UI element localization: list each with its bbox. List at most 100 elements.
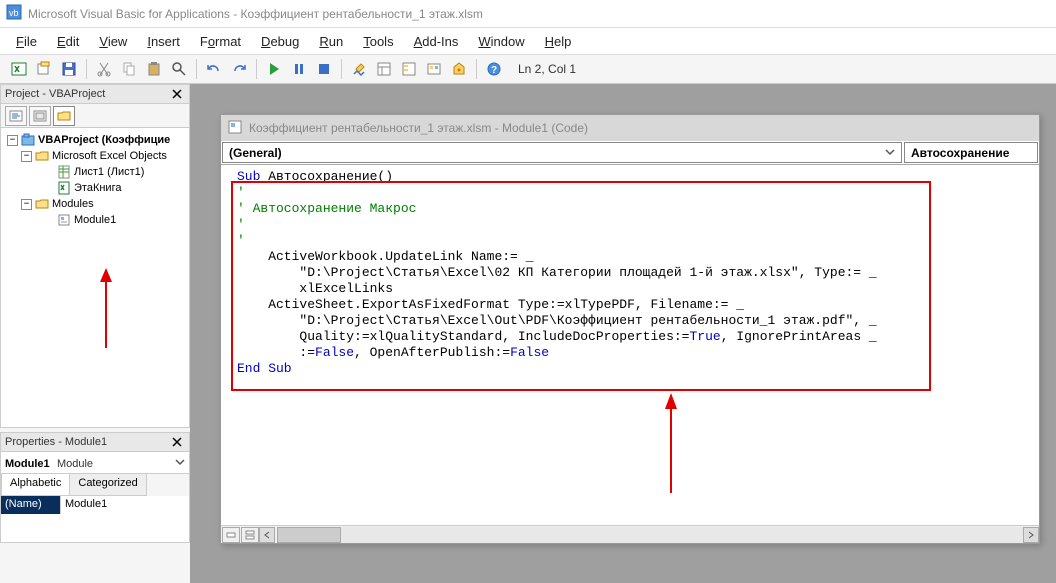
annotation-arrow-left [96,268,116,351]
tree-excel-objects-label: Microsoft Excel Objects [52,150,167,162]
menu-insert[interactable]: Insert [147,34,180,49]
tree-sheet1[interactable]: Лист1 (Лист1) [3,164,187,180]
tab-alphabetic[interactable]: Alphabetic [1,474,70,496]
properties-panel-title: Properties - Module1 [5,436,107,448]
properties-grid: (Name) Module1 [0,496,190,543]
design-mode-button[interactable] [348,58,370,80]
tree-thisbook[interactable]: ЭтаКнига [3,180,187,196]
code-editor[interactable]: Sub Автосохранение() ' ' Автосохранение … [221,165,1039,525]
menu-addins[interactable]: Add-Ins [414,34,459,49]
expand-icon[interactable]: − [21,151,32,162]
undo-button[interactable] [203,58,225,80]
prop-row-name[interactable]: (Name) Module1 [1,496,189,514]
menu-debug[interactable]: Debug [261,34,299,49]
worksheet-icon [57,165,71,179]
prop-val-name[interactable]: Module1 [61,496,189,514]
code-dropdowns: (General) Автосохранение [221,141,1039,165]
tab-categorized[interactable]: Categorized [69,474,146,496]
mdi-area: Коэффициент рентабельности_1 этаж.xlsm -… [190,84,1056,583]
module-icon [227,119,243,138]
menu-help[interactable]: Help [545,34,572,49]
redo-button[interactable] [228,58,250,80]
code-window-title: Коэффициент рентабельности_1 этаж.xlsm -… [249,121,588,135]
toolbox-button[interactable] [448,58,470,80]
project-tree[interactable]: − VBAProject (Коэффицие − Microsoft Exce… [0,128,190,428]
code-window-titlebar[interactable]: Коэффициент рентабельности_1 этаж.xlsm -… [221,115,1039,141]
vba-app-icon: vb [6,4,22,23]
tree-root-label: VBAProject (Коэффицие [38,134,170,146]
save-button[interactable] [58,58,80,80]
left-panels: Project - VBAProject − VBAProject (Коэфф… [0,84,190,583]
cut-button[interactable] [93,58,115,80]
project-panel-title: Project - VBAProject [5,88,105,100]
tree-modules[interactable]: − Modules [3,196,187,212]
object-browser-button[interactable] [423,58,445,80]
object-dropdown[interactable]: (General) [222,142,902,163]
properties-object-select[interactable]: Module1 Module [0,452,190,474]
break-button[interactable] [288,58,310,80]
menu-bar: File Edit View Insert Format Debug Run T… [0,28,1056,54]
folder-icon [35,197,49,211]
project-toolbar [0,104,190,128]
project-explorer-button[interactable] [373,58,395,80]
project-panel-close[interactable] [169,86,185,102]
scroll-left-button[interactable] [259,527,275,543]
module-icon [57,213,71,227]
tree-modules-label: Modules [52,198,94,210]
folder-icon [35,149,49,163]
view-object-button[interactable] [29,106,51,126]
properties-tabs: Alphabetic Categorized [0,474,190,496]
insert-button[interactable] [33,58,55,80]
menu-window[interactable]: Window [478,34,524,49]
procedure-view-button[interactable] [222,527,240,543]
tree-module1-label: Module1 [74,214,116,226]
copy-button[interactable] [118,58,140,80]
properties-button[interactable] [398,58,420,80]
object-dropdown-value: (General) [229,146,282,160]
reset-button[interactable] [313,58,335,80]
properties-panel-close[interactable] [169,434,185,450]
chevron-down-icon[interactable] [175,456,185,470]
expand-icon[interactable]: − [7,135,18,146]
paste-button[interactable] [143,58,165,80]
code-window: Коэффициент рентабельности_1 этаж.xlsm -… [220,114,1040,544]
svg-text:?: ? [491,65,497,76]
title-bar: vb Microsoft Visual Basic for Applicatio… [0,0,1056,28]
help-button[interactable]: ? [483,58,505,80]
menu-file[interactable]: File [16,34,37,49]
menu-run[interactable]: Run [319,34,343,49]
view-code-button[interactable] [5,106,27,126]
prop-key-name: (Name) [1,496,61,514]
full-module-view-button[interactable] [241,527,259,543]
main-toolbar: ? Ln 2, Col 1 [0,54,1056,84]
tree-root[interactable]: − VBAProject (Коэффицие [3,132,187,148]
run-button[interactable] [263,58,285,80]
find-button[interactable] [168,58,190,80]
scroll-right-button[interactable] [1023,527,1039,543]
cursor-position: Ln 2, Col 1 [518,62,576,76]
tree-thisbook-label: ЭтаКнига [74,182,121,194]
workbook-icon [57,181,71,195]
menu-format[interactable]: Format [200,34,241,49]
tree-module1[interactable]: Module1 [3,212,187,228]
project-panel-header: Project - VBAProject [0,84,190,104]
prop-object-name: Module1 [5,458,50,470]
horizontal-scrollbar[interactable] [277,527,1023,543]
scroll-thumb[interactable] [277,527,341,543]
properties-panel-header: Properties - Module1 [0,432,190,452]
annotation-arrow-right [661,393,681,498]
procedure-dropdown[interactable]: Автосохранение [904,142,1038,163]
procedure-dropdown-value: Автосохранение [911,146,1009,160]
code-statusbar [221,525,1039,543]
view-excel-button[interactable] [8,58,30,80]
svg-text:vb: vb [9,8,19,18]
menu-tools[interactable]: Tools [363,34,393,49]
app-title: Microsoft Visual Basic for Applications … [28,7,483,21]
menu-view[interactable]: View [99,34,127,49]
tree-excel-objects[interactable]: − Microsoft Excel Objects [3,148,187,164]
chevron-down-icon[interactable] [885,146,895,160]
menu-edit[interactable]: Edit [57,34,79,49]
annotation-highlight-box [231,181,931,391]
toggle-folders-button[interactable] [53,106,75,126]
expand-icon[interactable]: − [21,199,32,210]
